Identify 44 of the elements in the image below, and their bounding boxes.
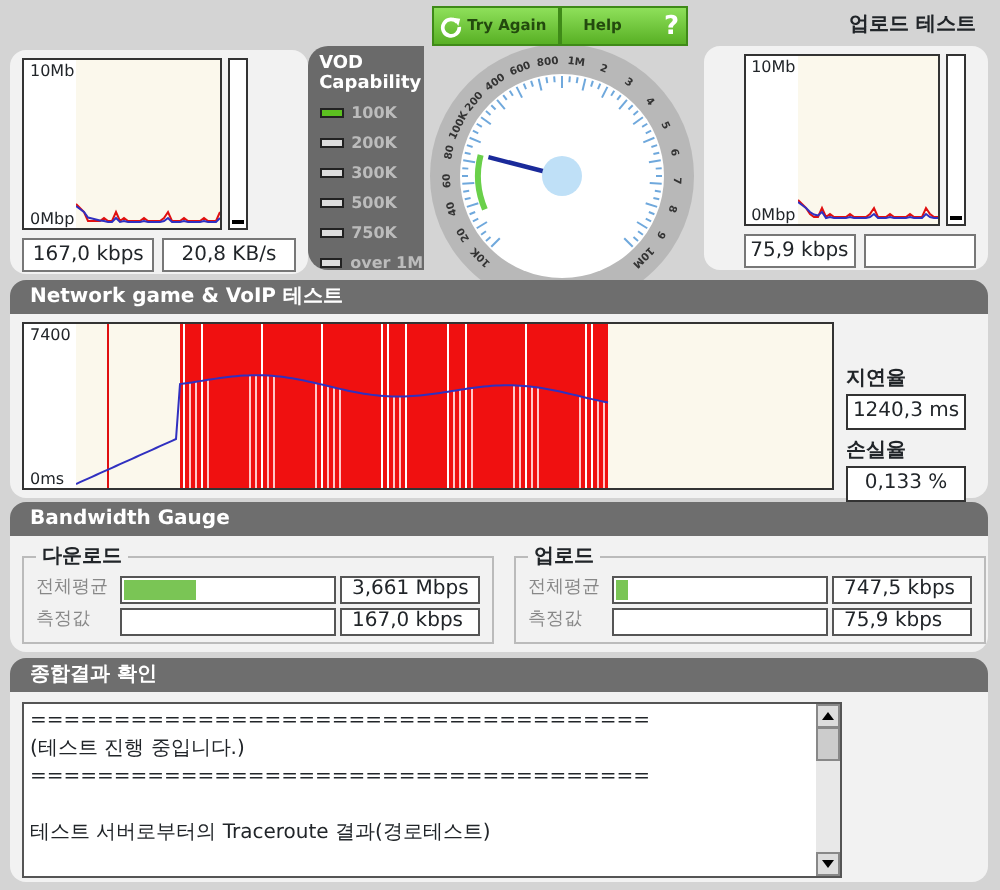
stat-label: 손실율 bbox=[846, 438, 908, 466]
axis-label: 0ms bbox=[30, 472, 67, 488]
axis-label: 10Mb bbox=[751, 60, 798, 76]
section-header: Network game & VoIP 테스트 bbox=[10, 280, 988, 314]
section-header: Bandwidth Gauge bbox=[10, 502, 988, 536]
log-line: ===================================== bbox=[30, 708, 653, 736]
vod-option: 100K bbox=[351, 101, 397, 126]
gauge-label: 측정값 bbox=[528, 608, 584, 635]
readout-field: 167,0 kbps bbox=[22, 238, 155, 272]
gauge-label: 전체평균 bbox=[36, 576, 110, 603]
readout-field bbox=[863, 234, 977, 268]
section-header: 종합결과 확인 bbox=[10, 658, 988, 692]
value-field: 3,661 Mbps bbox=[340, 576, 480, 604]
gauge-label: 전체평균 bbox=[528, 576, 602, 603]
log-line: ===================================== bbox=[30, 764, 653, 792]
vod-option: 300K bbox=[351, 161, 397, 186]
readout-field: 20,8 KB/s bbox=[162, 238, 296, 272]
stat-label: 지연율 bbox=[846, 366, 908, 394]
refresh-icon bbox=[439, 15, 462, 37]
scrollbar[interactable] bbox=[816, 704, 840, 876]
vod-option: 200K bbox=[351, 131, 397, 156]
value-field: 747,5 kbps bbox=[832, 576, 972, 604]
gauge-label: 측정값 bbox=[36, 608, 92, 635]
vod-option: 500K bbox=[351, 191, 397, 216]
axis-label: 0Mbp bbox=[30, 212, 76, 228]
vod-title: VOD Capability bbox=[319, 54, 424, 96]
section-title: 업로드 테스트 bbox=[847, 12, 978, 40]
help-icon: ? bbox=[664, 13, 680, 39]
axis-label: 0Mbp bbox=[751, 208, 798, 224]
log-line: (테스트 진행 중입니다.) bbox=[30, 736, 247, 764]
log-field[interactable]: ===================================== (테스트 진행 중입니다.) ===================================== 테스트 서버로부터의 Traceroute 결과(경로테스트) bbox=[22, 702, 842, 878]
value-field: 1240,3 ms bbox=[846, 394, 966, 430]
value-field: 167,0 kbps bbox=[340, 608, 480, 636]
vod-option: over 1M bbox=[350, 251, 424, 276]
group-title: 다운로드 bbox=[36, 542, 128, 572]
axis-label: 7400 bbox=[30, 328, 73, 344]
value-field: 75,9 kbps bbox=[832, 608, 972, 636]
log-line: 테스트 서버로부터의 Traceroute 결과(경로테스트) bbox=[30, 820, 493, 848]
readout-field: 75,9 kbps bbox=[743, 234, 856, 268]
group-title: 업로드 bbox=[528, 542, 600, 572]
vod-option: 750K bbox=[351, 221, 397, 246]
value-field: 0,133 % bbox=[846, 466, 966, 502]
axis-label: 10Mb bbox=[30, 64, 76, 80]
dial-needle bbox=[487, 154, 582, 196]
